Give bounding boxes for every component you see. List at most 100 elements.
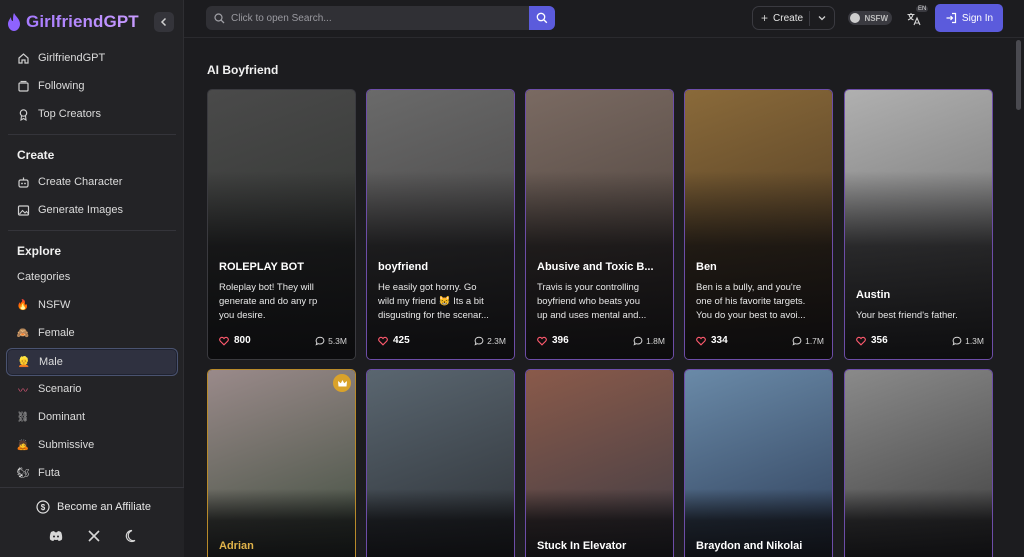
plus-icon: + [761, 11, 769, 25]
sidebar-item-generate-images[interactable]: Generate Images [6, 197, 178, 223]
like-count-value: 334 [711, 335, 728, 346]
crown-icon [337, 379, 347, 386]
chat-count-value: 5.3M [328, 335, 347, 346]
sidebar-item-following[interactable]: Following [6, 73, 178, 99]
card-description-line: Travis is your controlling [537, 282, 640, 293]
sidebar-item-nsfw[interactable]: 🔥 NSFW [6, 292, 178, 318]
sidebar-item-label: Male [39, 356, 63, 368]
moon-icon[interactable] [124, 528, 140, 544]
chevron-left-icon [160, 17, 167, 27]
brand-name: GirlfriendGPT [26, 12, 139, 31]
image-icon [16, 203, 30, 217]
chains-icon: ⛓ [16, 411, 30, 423]
translate-icon [907, 13, 921, 26]
blond-person-icon: 👱 [17, 356, 31, 368]
section-title-create: Create [17, 148, 55, 162]
sidebar-item-top-creators[interactable]: Top Creators [6, 101, 178, 127]
card-description-line: He easily got horny. Go [378, 282, 477, 293]
card-title: ROLEPLAY BOT [219, 261, 304, 273]
card-gradient-overlay [845, 170, 992, 359]
x-twitter-icon[interactable] [86, 528, 102, 544]
character-card[interactable]: Ben Ben is a bully, and you're one of his… [684, 89, 833, 360]
sidebar-item-submissive[interactable]: 🙇 Submissive [6, 432, 178, 458]
award-icon [16, 107, 30, 121]
chat-count-value: 2.3M [487, 335, 506, 346]
chevron-down-icon[interactable] [816, 12, 828, 24]
become-affiliate-link[interactable]: $ Become an Affiliate [36, 500, 151, 514]
search-input[interactable] [231, 12, 511, 24]
sidebar-item-home[interactable]: GirlfriendGPT [6, 45, 178, 71]
card-description-line: one of his favorite targets. [696, 296, 806, 307]
collapse-sidebar-button[interactable] [154, 12, 174, 32]
sidebar-item-categories[interactable]: Categories [6, 264, 178, 290]
card-title: Stuck In Elevator [537, 540, 627, 552]
character-card[interactable]: boyfriend He easily got horny. Go wild my… [366, 89, 515, 360]
character-card[interactable]: Stuck In Elevator [525, 369, 674, 557]
sign-in-button[interactable]: Sign In [935, 4, 1003, 32]
character-card[interactable] [844, 369, 993, 557]
home-icon [16, 51, 30, 65]
character-card[interactable]: ROLEPLAY BOT Roleplay bot! They will gene… [207, 89, 356, 360]
search-icon [214, 12, 225, 23]
like-count[interactable]: 356 [856, 335, 888, 346]
nsfw-toggle[interactable]: NSFW [848, 11, 892, 25]
character-card[interactable]: Braydon and Nikolai [684, 369, 833, 557]
sidebar-item-dominant[interactable]: ⛓ Dominant [6, 404, 178, 430]
sidebar-item-label: Create Character [38, 176, 123, 188]
like-count-value: 800 [234, 335, 251, 346]
card-title: boyfriend [378, 261, 429, 273]
chat-count: 2.3M [474, 336, 506, 346]
character-card[interactable]: Adrian [207, 369, 356, 557]
nsfw-switch[interactable]: NSFW [848, 11, 892, 25]
card-stats: 334 1.7M [696, 335, 824, 346]
chat-count: 1.3M [952, 336, 984, 346]
like-count[interactable]: 800 [219, 335, 251, 346]
sidebar: GirlfriendGPT GirlfriendGPT Following To… [0, 0, 184, 557]
character-card[interactable]: Austin Your best friend's father. 356 1.… [844, 89, 993, 360]
sidebar-item-scenario[interactable]: 〰 Scenario [6, 376, 178, 402]
premium-badge [333, 374, 351, 392]
sidebar-item-label: Scenario [38, 383, 82, 395]
sidebar-item-label: Female [38, 327, 75, 339]
sidebar-item-label: GirlfriendGPT [38, 52, 106, 64]
card-title: Adrian [219, 540, 254, 552]
search-button[interactable] [529, 6, 555, 30]
language-selector[interactable]: EN [906, 6, 929, 29]
footer-social-icons [48, 528, 140, 544]
like-count[interactable]: 425 [378, 335, 410, 346]
heart-icon [378, 336, 388, 346]
card-title: Braydon and Nikolai [696, 540, 803, 552]
like-count[interactable]: 334 [696, 335, 728, 346]
sidebar-item-label: Top Creators [38, 108, 101, 120]
sidebar-item-label: Following [38, 80, 85, 92]
card-stats: 425 2.3M [378, 335, 506, 346]
create-label: Create [773, 12, 804, 24]
brand-logo[interactable]: GirlfriendGPT [6, 10, 178, 34]
sidebar-item-create-character[interactable]: Create Character [6, 169, 178, 195]
language-badge: EN [916, 6, 929, 12]
create-button[interactable]: + Create [752, 6, 835, 30]
card-stats: 800 5.3M [219, 335, 347, 346]
chat-bubble-icon [633, 336, 643, 345]
card-description-line: You do your best to avoi... [696, 310, 806, 321]
sign-in-label: Sign In [961, 12, 994, 24]
sidebar-item-futa[interactable]: 🐿 Futa [6, 460, 178, 486]
toggle-knob [850, 13, 860, 23]
heart-icon [856, 336, 866, 346]
heart-icon [537, 336, 547, 346]
page-scrollbar[interactable] [1016, 40, 1021, 110]
character-card[interactable] [366, 369, 515, 557]
sidebar-divider [8, 230, 176, 231]
discord-icon[interactable] [48, 528, 64, 544]
bowing-person-icon: 🙇 [16, 439, 30, 451]
character-card[interactable]: Abusive and Toxic B... Travis is your co… [525, 89, 674, 360]
sidebar-item-male[interactable]: 👱 Male [6, 348, 178, 376]
card-description-line: wild my friend 😸 Its a bit [378, 296, 484, 307]
search-bar[interactable] [206, 6, 555, 30]
card-gradient-overlay [845, 488, 992, 557]
chipmunk-icon: 🐿 [16, 467, 30, 479]
like-count[interactable]: 396 [537, 335, 569, 346]
sidebar-item-female[interactable]: 🙈 Female [6, 320, 178, 346]
card-description: Travis is your controlling boyfriend who … [537, 281, 665, 323]
fire-icon: 🔥 [16, 299, 30, 311]
